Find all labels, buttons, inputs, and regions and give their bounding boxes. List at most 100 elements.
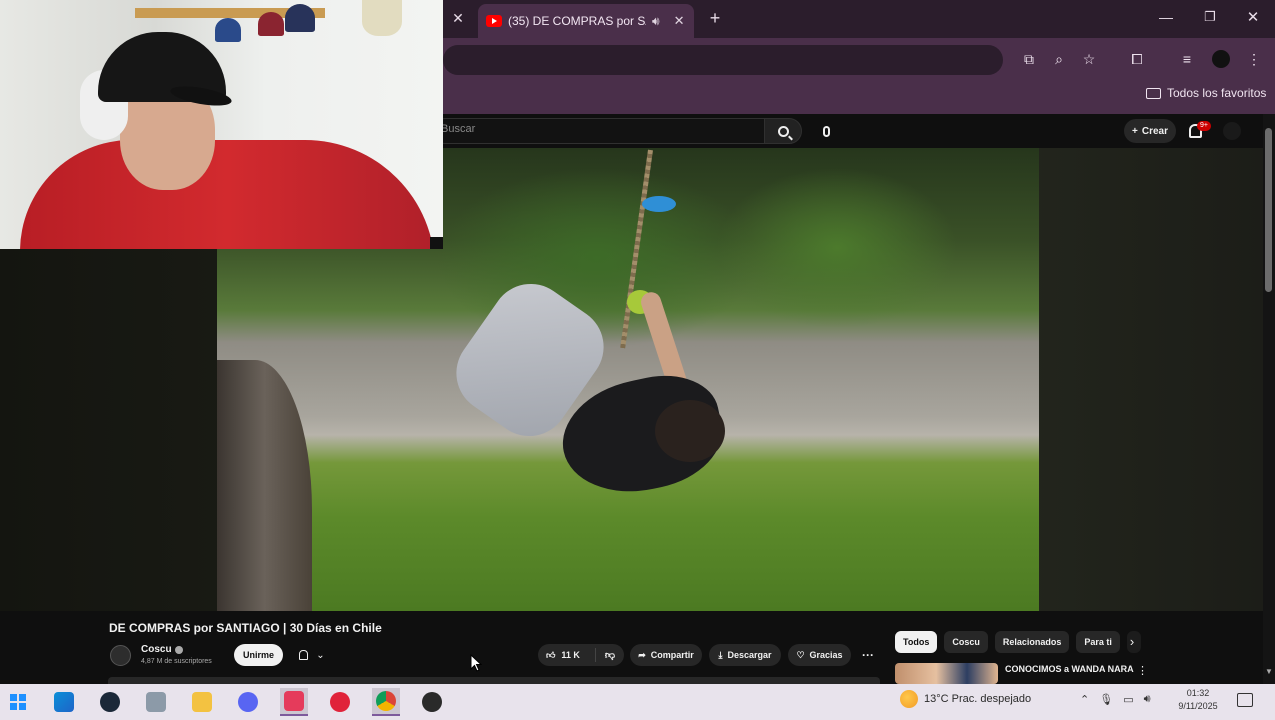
video-swinging-person-head [655,400,725,462]
all-bookmarks-folder[interactable]: Todos los favoritos [1146,86,1266,100]
account-avatar[interactable] [1223,122,1241,140]
network-icon[interactable]: ▭ [1123,693,1133,706]
like-dislike-group: 👍︎ 11 K 👎︎ [538,644,624,666]
subscription-bell-button[interactable]: ⌄ [289,644,335,666]
chip-todos[interactable]: Todos [895,631,938,653]
dislike-button[interactable]: 👎︎ [596,649,624,661]
file-explorer-icon[interactable] [188,688,216,716]
share-label: Compartir [650,650,694,660]
tray-chevron-up-icon[interactable]: ⌃ [1080,693,1089,706]
create-button[interactable]: + Crear [1124,119,1176,143]
chevron-right-icon[interactable]: › [1125,635,1139,649]
window-minimize-button[interactable]: — [1158,9,1174,27]
channel-avatar[interactable] [110,645,131,666]
microphone-icon [822,125,830,137]
chip-relacionados[interactable]: Relacionados [994,631,1070,653]
description-box[interactable] [108,677,880,684]
search-placeholder: Buscar [441,123,476,135]
extensions-icon[interactable]: ⧠ [1127,49,1147,69]
notification-badge: 9+ [1197,121,1211,131]
like-count: 11 K [561,650,580,660]
search-button[interactable] [764,118,802,144]
tab-title: (35) DE COMPRAS por SANTIAGO [508,14,646,28]
weather-text: 13°C Prac. despejado [924,693,1032,705]
weather-widget[interactable]: 13°C Prac. despejado [900,690,1031,708]
media-controls-icon[interactable]: ≡ [1177,49,1197,69]
window-restore-button[interactable]: ❐ [1202,9,1218,27]
youtube-favicon-icon [486,15,502,27]
media-player-icon[interactable] [326,688,354,716]
share-arrow-icon: ➦ [638,649,646,660]
weather-moon-icon [900,690,918,708]
recommendation-thumbnail[interactable] [895,663,998,684]
recommendation-title[interactable]: CONOCIMOS a WANDA NARA [1005,664,1134,674]
profile-avatar[interactable] [1212,50,1230,68]
folder-icon [1146,87,1161,99]
webcam-corner [430,237,443,249]
install-app-icon[interactable]: ⧉ [1019,49,1039,69]
previous-tab-close-icon[interactable]: ✕ [449,9,467,27]
scroll-down-arrow-icon[interactable]: ▼ [1264,667,1274,677]
video-title: DE COMPRAS por SANTIAGO | 30 Días en Chi… [109,621,382,635]
join-button[interactable]: Unirme [234,644,283,666]
download-button[interactable]: ⤓ Descargar [709,644,781,666]
voice-search-button[interactable] [812,118,840,144]
app-window-icon[interactable] [142,688,170,716]
download-icon: ⤓ [718,649,723,660]
subscriber-count: 4,87 M de suscriptores [141,658,212,665]
clock-time: 01:32 [1186,688,1210,698]
mouse-pointer-icon [470,654,482,672]
thumbs-up-icon: 👍︎ [546,649,556,660]
webcam-overlay [0,0,443,249]
bookmark-star-icon[interactable]: ☆ [1079,49,1099,69]
chrome-icon[interactable] [372,688,400,716]
zoom-icon[interactable]: ⌕ [1049,49,1069,69]
webcam-cap-cream [362,0,402,36]
store-icon[interactable] [50,688,78,716]
address-bar[interactable] [443,45,1003,75]
search-input[interactable] [432,118,764,144]
new-tab-button[interactable]: + [706,9,724,27]
windows-start-icon[interactable] [4,688,32,716]
microphone-tray-icon[interactable]: 🎙︎ [1099,693,1113,706]
download-label: Descargar [727,650,772,660]
webcam-person-jacket [20,140,435,249]
obs-icon[interactable] [418,688,446,716]
tiktok-icon[interactable] [280,688,308,716]
recommendation-menu-icon[interactable]: ⋮ [1137,664,1148,677]
webcam-cap-navy [285,4,315,32]
thanks-button[interactable]: ♡ Gracias [788,644,851,666]
share-button[interactable]: ➦ Compartir [630,644,702,666]
discord-icon[interactable] [234,688,262,716]
scrollbar-thumb[interactable] [1265,128,1272,292]
verified-check-icon [174,645,183,654]
create-label: Crear [1141,125,1168,137]
browser-menu-icon[interactable]: ⋮ [1244,49,1264,69]
taskbar-clock[interactable]: 01:32 9/11/2025 [1172,687,1224,713]
thanks-label: Gracias [809,650,843,660]
bell-icon [299,650,309,660]
chevron-down-icon: ⌄ [316,649,325,661]
more-actions-button[interactable]: ··· [857,644,879,666]
speaker-icon[interactable]: 🔊︎ [652,14,660,29]
plus-icon: + [1132,125,1138,137]
active-tab[interactable]: (35) DE COMPRAS por SANTIAGO 🔊︎ ✕ [478,4,694,38]
system-tray: ⌃ 🎙︎ ▭ 🔊︎ [1080,693,1151,706]
notification-center-icon[interactable] [1237,693,1253,707]
steam-icon[interactable] [96,688,124,716]
window-close-button[interactable]: ✕ [1245,8,1261,26]
channel-name-label: Coscu [141,644,172,655]
webcam-cap-red [258,12,284,36]
like-button[interactable]: 👍︎ 11 K [538,648,596,662]
thumbs-down-icon: 👎︎ [604,650,616,661]
all-bookmarks-label: Todos los favoritos [1167,86,1267,100]
tab-close-icon[interactable]: ✕ [674,13,685,29]
search-icon [777,125,789,137]
video-swing-seat-blue [642,196,676,212]
chip-coscu[interactable]: Coscu [944,631,988,653]
volume-icon[interactable]: 🔊︎ [1144,693,1151,706]
webcam-cap-blue [215,18,241,42]
clock-date: 9/11/2025 [1178,701,1218,711]
chip-para-ti[interactable]: Para ti [1076,631,1120,653]
channel-name[interactable]: Coscu [141,644,183,655]
